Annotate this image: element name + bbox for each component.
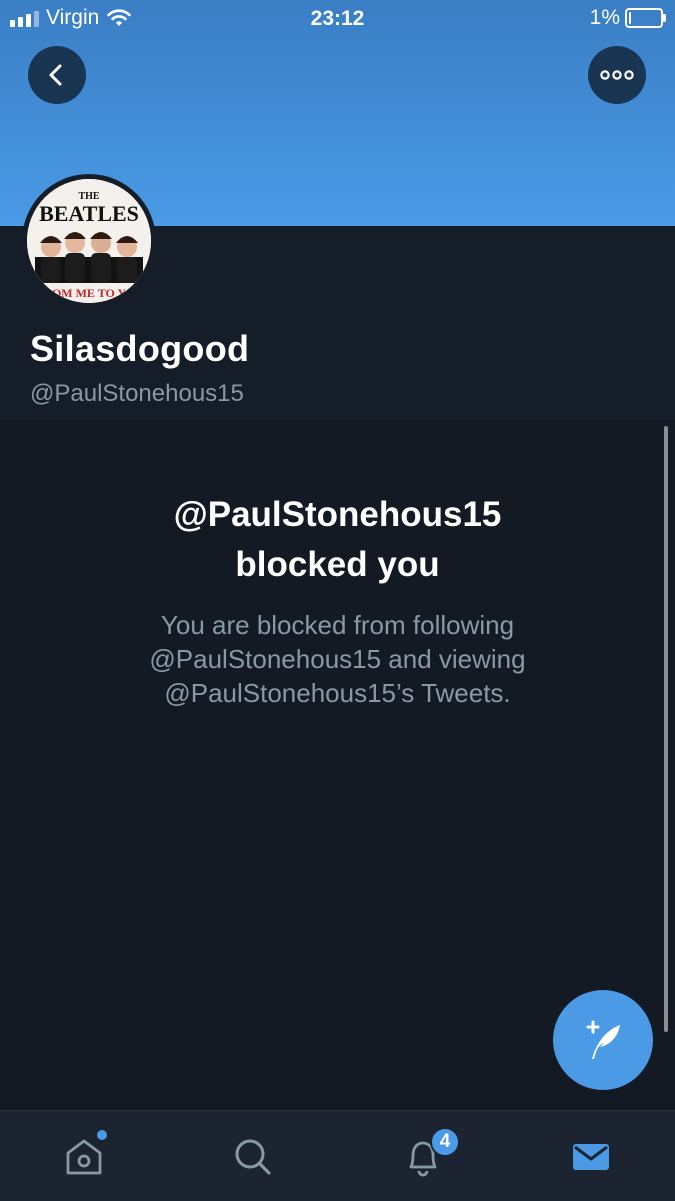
blocked-desc-line-1: You are blocked from following: [160, 610, 515, 640]
battery-icon: [625, 8, 666, 28]
avatar-image: THE BEATLES OM ME TO Y: [27, 179, 151, 303]
compose-tweet-icon: [586, 1020, 620, 1059]
blocked-title: @PaulStonehous15 blocked you: [0, 490, 675, 590]
notifications-badge: 4: [430, 1127, 460, 1157]
bottom-tab-bar: [0, 1110, 675, 1201]
blocked-description: You are blocked from following @PaulSton…: [0, 608, 675, 710]
messages-icon: [573, 1144, 609, 1170]
svg-text:BEATLES: BEATLES: [39, 201, 139, 226]
home-new-content-dot: [97, 1130, 107, 1140]
back-button[interactable]: [28, 46, 86, 104]
chevron-left-icon: [49, 64, 62, 86]
compose-tweet-button[interactable]: [553, 990, 653, 1090]
tab-home[interactable]: [60, 1133, 108, 1181]
status-bar: Virgin 23:12 1%: [0, 0, 675, 40]
profile-handle: @PaulStonehous15: [30, 380, 244, 407]
profile-avatar[interactable]: THE BEATLES OM ME TO Y: [22, 174, 156, 308]
profile-display-name: Silasdogood: [30, 328, 250, 369]
tab-search[interactable]: [229, 1133, 277, 1181]
blocked-title-text: blocked you: [235, 545, 440, 584]
more-options-button[interactable]: [588, 46, 646, 104]
battery-percent: 1%: [589, 6, 620, 29]
search-icon: [235, 1139, 271, 1175]
battery-group: 1%: [589, 6, 666, 30]
status-time: 23:12: [310, 7, 365, 30]
more-horizontal-icon: [600, 70, 634, 80]
svg-text:OM ME TO Y: OM ME TO Y: [52, 286, 126, 300]
blocked-title-handle: @PaulStonehous15: [173, 495, 502, 534]
tab-messages[interactable]: [567, 1133, 615, 1181]
home-icon: [66, 1139, 102, 1175]
blocked-desc-line-2: @PaulStonehous15 and viewing: [149, 644, 526, 674]
blocked-desc-line-3: @PaulStonehous15’s Tweets.: [164, 678, 511, 708]
beatles-album-art-icon: THE BEATLES OM ME TO Y: [27, 179, 151, 303]
